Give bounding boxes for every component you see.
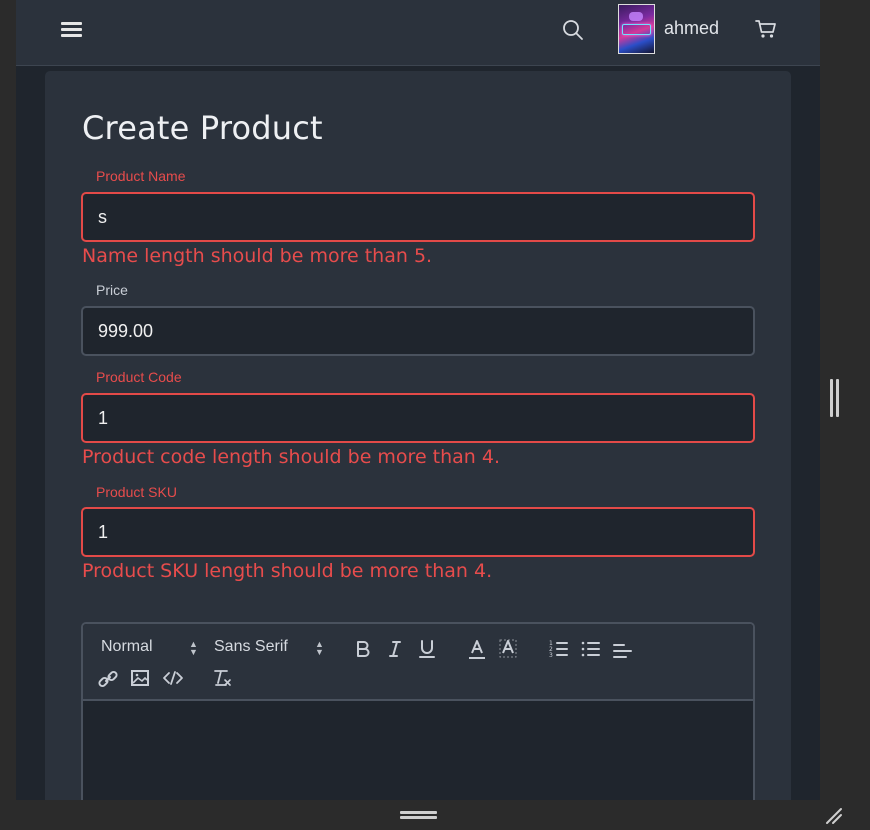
product-code-error: Product code length should be more than …	[82, 446, 501, 468]
clear-format-icon[interactable]	[210, 666, 234, 690]
heading-select[interactable]: Normal ▲ ▼	[101, 638, 198, 657]
product-sku-input[interactable]: 1	[81, 507, 755, 557]
select-arrows-icon: ▲ ▼	[315, 639, 324, 657]
product-code-input[interactable]: 1	[81, 393, 755, 443]
product-code-label: Product Code	[96, 369, 182, 385]
left-window-gutter	[0, 0, 16, 800]
user-avatar[interactable]	[618, 4, 655, 54]
product-name-label: Product Name	[96, 168, 186, 184]
font-select[interactable]: Sans Serif ▲ ▼	[214, 638, 324, 657]
resize-corner-icon[interactable]	[824, 806, 844, 826]
editor-toolbar: Normal ▲ ▼ Sans Serif ▲ ▼ 1 2 3	[83, 624, 753, 701]
avatar-art-sign	[622, 24, 651, 35]
browser-viewport: ahmed Create Product Product Name s Name…	[16, 0, 820, 800]
description-editor: Normal ▲ ▼ Sans Serif ▲ ▼ 1 2 3	[81, 622, 755, 800]
page-title: Create Product	[82, 109, 323, 147]
underline-icon[interactable]	[415, 637, 439, 661]
cart-icon[interactable]	[754, 18, 778, 40]
link-icon[interactable]	[96, 667, 120, 691]
product-name-error: Name length should be more than 5.	[82, 245, 433, 267]
search-icon[interactable]	[562, 19, 584, 41]
italic-icon[interactable]	[383, 637, 407, 661]
price-label: Price	[96, 282, 128, 298]
svg-text:3: 3	[549, 652, 553, 659]
editor-content-area[interactable]	[83, 701, 753, 800]
product-sku-error: Product SKU length should be more than 4…	[82, 560, 493, 582]
top-navbar: ahmed	[16, 0, 820, 66]
select-arrows-icon: ▲ ▼	[189, 639, 198, 657]
bottom-panel-bar	[0, 800, 870, 830]
username-label[interactable]: ahmed	[664, 18, 719, 39]
image-icon[interactable]	[128, 666, 152, 690]
avatar-art	[629, 12, 643, 21]
panel-drag-handle[interactable]	[400, 811, 437, 819]
price-input[interactable]: 999.00	[81, 306, 755, 356]
create-product-card: Create Product Product Name s Name lengt…	[45, 71, 791, 800]
right-window-gutter	[820, 0, 870, 800]
hamburger-icon[interactable]	[60, 19, 84, 39]
bullet-list-icon[interactable]	[579, 637, 603, 661]
product-sku-label: Product SKU	[96, 484, 177, 500]
product-name-input[interactable]: s	[81, 192, 755, 242]
background-color-icon[interactable]	[496, 637, 520, 661]
align-left-icon[interactable]	[611, 640, 635, 664]
panel-resize-handle[interactable]	[830, 379, 840, 417]
font-select-value: Sans Serif	[214, 638, 288, 655]
font-color-icon[interactable]	[465, 637, 489, 661]
code-block-icon[interactable]	[161, 666, 185, 690]
ordered-list-icon[interactable]: 123	[547, 637, 571, 661]
bold-icon[interactable]	[351, 637, 375, 661]
heading-select-value: Normal	[101, 638, 153, 655]
